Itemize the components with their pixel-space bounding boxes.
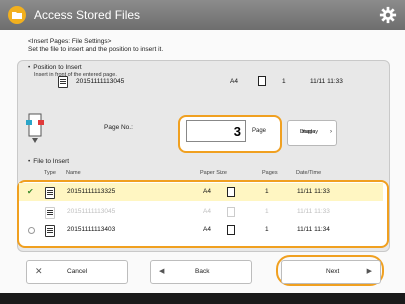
file-date-time: 11/11 11:34 xyxy=(297,226,330,233)
page-orientation-icon xyxy=(227,207,235,217)
file-row[interactable]: ✔ 20151111113325 A4 1 11/11 11:33 xyxy=(19,183,383,201)
position-section-title: • Position to Insert xyxy=(28,64,82,71)
file-date-time: 11/11 11:33 xyxy=(297,188,330,195)
title-bar: Access Stored Files xyxy=(0,0,405,30)
arrow-right-icon: ▶ xyxy=(366,268,372,275)
back-button[interactable]: ◀ Back xyxy=(150,260,252,284)
col-name: Name xyxy=(66,170,81,176)
next-button[interactable]: Next ▶ xyxy=(281,260,381,284)
arrow-left-icon: ◀ xyxy=(159,268,165,275)
checkmark-icon: ✔ xyxy=(27,187,34,196)
gear-icon[interactable] xyxy=(379,6,397,24)
col-paper-size: Paper Size xyxy=(200,170,227,176)
radio-icon xyxy=(28,227,35,234)
page-orientation-icon xyxy=(258,76,266,86)
position-file-name: 20151111113045 xyxy=(76,78,125,85)
chevron-right-icon: › xyxy=(330,129,332,135)
col-date-time: Date/Time xyxy=(296,170,322,176)
screen-instructions: Set the file to insert and the position … xyxy=(28,46,164,53)
document-icon xyxy=(45,225,55,237)
cancel-button[interactable]: ✕ Cancel xyxy=(26,260,128,284)
file-pages: 1 xyxy=(265,226,269,233)
file-name: 20151111113045 xyxy=(67,208,116,215)
file-paper-size: A4 xyxy=(203,208,211,215)
file-section-title: • File to Insert xyxy=(28,158,70,165)
insert-position-row: 20151111113045 A4 1 11/11 11:33 xyxy=(14,72,374,92)
file-row: 20151111113045 A4 1 11/11 11:33 xyxy=(19,203,383,221)
file-paper-size: A4 xyxy=(203,188,211,195)
window-title: Access Stored Files xyxy=(34,8,141,22)
close-icon: ✕ xyxy=(35,266,43,276)
page-orientation-icon xyxy=(227,225,235,235)
file-name: 20151111113403 xyxy=(67,226,116,233)
screen: Access Stored Files <Insert Pages: File … xyxy=(0,0,405,304)
file-date-time: 11/11 11:33 xyxy=(297,208,330,215)
file-pages: 1 xyxy=(265,208,269,215)
page-no-label: Page No.: xyxy=(104,124,133,131)
page-orientation-icon xyxy=(227,187,235,197)
document-icon xyxy=(45,187,55,199)
position-pages: 1 xyxy=(282,78,286,85)
position-date-time: 11/11 11:33 xyxy=(310,78,343,85)
file-name: 20151111113325 xyxy=(67,188,116,195)
file-row[interactable]: 20151111113403 A4 1 11/11 11:34 xyxy=(19,221,383,239)
file-paper-size: A4 xyxy=(203,226,211,233)
page-insert-icon xyxy=(26,113,44,143)
file-pages: 1 xyxy=(265,188,269,195)
page-no-unit: Page xyxy=(252,128,267,134)
position-paper-size: A4 xyxy=(230,78,238,85)
document-icon xyxy=(45,207,55,219)
page-no-input[interactable]: 3 xyxy=(186,120,246,142)
bottom-bar xyxy=(0,293,405,304)
folder-icon xyxy=(8,6,26,24)
col-type: Type xyxy=(44,170,56,176)
screen-heading: <Insert Pages: File Settings> xyxy=(28,38,112,45)
document-icon xyxy=(58,76,68,88)
col-pages: Pages xyxy=(262,170,278,176)
display-image-button[interactable]: Display Image › xyxy=(287,120,337,146)
